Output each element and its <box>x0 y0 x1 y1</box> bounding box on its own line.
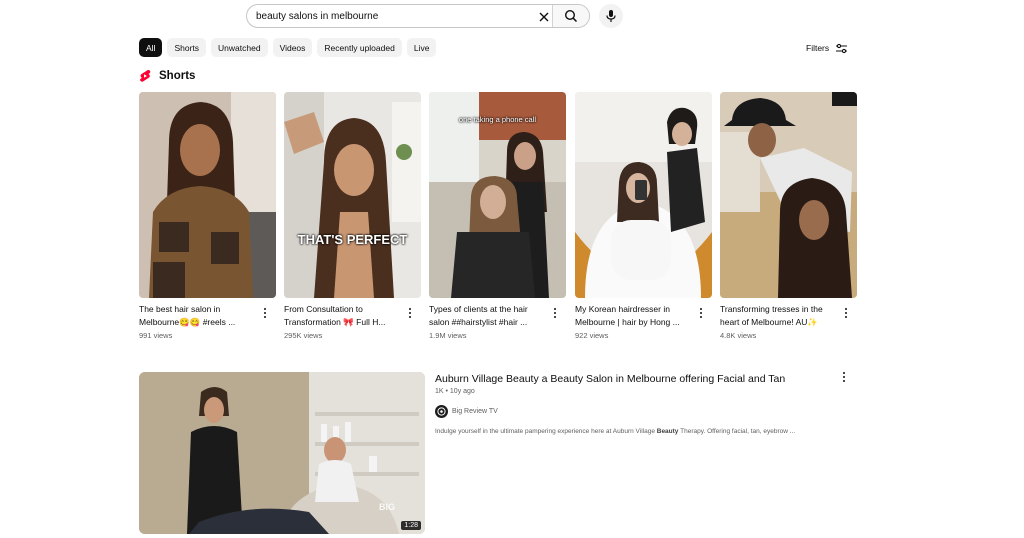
chip-shorts[interactable]: Shorts <box>167 38 207 57</box>
short-card[interactable]: My Korean hairdresser in Melbourne | hai… <box>575 92 712 340</box>
short-thumbnail[interactable] <box>139 92 276 298</box>
dot-icon <box>845 316 847 318</box>
channel-link[interactable]: Big Review TV <box>435 405 498 418</box>
dot-icon <box>700 316 702 318</box>
channel-name[interactable]: Big Review TV <box>452 408 498 415</box>
video-title[interactable]: Auburn Village Beauty a Beauty Salon in … <box>435 373 785 385</box>
short-title[interactable]: From Consultation to Transformation 🎀 Fu… <box>284 303 402 328</box>
voice-search-button[interactable] <box>599 4 623 28</box>
shorts-section-title: Shorts <box>159 70 196 82</box>
search-box <box>246 4 590 28</box>
short-views: 922 views <box>575 331 609 340</box>
short-thumbnail[interactable] <box>720 92 857 298</box>
dot-icon <box>409 308 411 310</box>
video-more-options-button[interactable] <box>839 370 849 384</box>
video-description: Indulge yourself in the ultimate pamperi… <box>435 428 795 435</box>
chip-recently-uploaded[interactable]: Recently uploaded <box>317 38 402 57</box>
search-button[interactable] <box>552 5 589 27</box>
short-views: 991 views <box>139 331 173 340</box>
dot-icon <box>554 308 556 310</box>
dot-icon <box>409 312 411 314</box>
short-thumbnail[interactable]: THAT'S PERFECT <box>284 92 421 298</box>
clear-search-button[interactable] <box>535 8 553 26</box>
short-title[interactable]: My Korean hairdresser in Melbourne | hai… <box>575 303 693 328</box>
short-thumbnail[interactable]: one taking a phone call <box>429 92 566 298</box>
short-title[interactable]: Transforming tresses in the heart of Mel… <box>720 303 838 328</box>
close-icon <box>539 12 549 22</box>
video-meta: 1K • 10y ago <box>435 388 475 395</box>
dot-icon <box>264 312 266 314</box>
sliders-icon <box>836 43 848 53</box>
more-options-button[interactable] <box>696 306 706 320</box>
short-views: 1.9M views <box>429 331 467 340</box>
dot-icon <box>843 380 845 382</box>
filters-button[interactable]: Filters <box>806 40 848 56</box>
shorts-section-header: Shorts <box>139 69 195 83</box>
short-views: 4.8K views <box>720 331 757 340</box>
dot-icon <box>843 372 845 374</box>
more-options-button[interactable] <box>260 306 270 320</box>
dot-icon <box>843 376 845 378</box>
short-card[interactable]: Transforming tresses in the heart of Mel… <box>720 92 857 340</box>
short-thumbnail-image <box>720 92 857 298</box>
video-duration-badge: 1:28 <box>401 521 421 530</box>
more-options-button[interactable] <box>405 306 415 320</box>
short-card[interactable]: The best hair salon in Melbourne😋😋 #reel… <box>139 92 276 340</box>
channel-logo-icon <box>437 407 446 416</box>
dot-icon <box>554 312 556 314</box>
short-card[interactable]: THAT'S PERFECT From Consultation to Tran… <box>284 92 421 340</box>
video-description-highlight: Beauty <box>656 428 679 435</box>
video-description-text: Indulge yourself in the ultimate pamperi… <box>435 428 657 435</box>
short-card[interactable]: one taking a phone call Types of clients… <box>429 92 566 340</box>
short-thumbnail-image <box>284 92 421 298</box>
video-description-text-end: Therapy. Offering facial, tan, eyebrow .… <box>678 428 796 435</box>
filters-label: Filters <box>806 43 830 53</box>
chip-all[interactable]: All <box>139 38 163 57</box>
dot-icon <box>700 312 702 314</box>
short-thumbnail[interactable] <box>575 92 712 298</box>
dot-icon <box>845 308 847 310</box>
channel-avatar[interactable] <box>435 405 448 418</box>
dot-icon <box>700 308 702 310</box>
microphone-icon <box>606 10 616 22</box>
video-thumbnail[interactable]: BIG 1:28 <box>139 372 425 534</box>
dot-icon <box>554 316 556 318</box>
search-icon <box>564 9 578 23</box>
video-watermark: BIG <box>378 502 395 512</box>
filter-chips: All Shorts Unwatched Videos Recently upl… <box>139 38 437 57</box>
short-thumbnail-image <box>139 92 276 298</box>
shorts-logo-icon <box>140 69 151 82</box>
dot-icon <box>845 312 847 314</box>
short-overlay-text: one taking a phone call <box>458 115 537 124</box>
more-options-button[interactable] <box>841 306 851 320</box>
short-title[interactable]: The best hair salon in Melbourne😋😋 #reel… <box>139 303 257 328</box>
chip-live[interactable]: Live <box>406 38 437 57</box>
search-input[interactable] <box>256 7 526 25</box>
short-thumbnail-image <box>575 92 712 298</box>
dot-icon <box>264 316 266 318</box>
short-title[interactable]: Types of clients at the hair salon ##hai… <box>429 303 547 328</box>
dot-icon <box>409 316 411 318</box>
short-overlay-text: THAT'S PERFECT <box>297 232 408 247</box>
chip-videos[interactable]: Videos <box>272 38 313 57</box>
chip-unwatched[interactable]: Unwatched <box>211 38 268 57</box>
short-views: 295K views <box>284 331 323 340</box>
dot-icon <box>264 308 266 310</box>
more-options-button[interactable] <box>550 306 560 320</box>
